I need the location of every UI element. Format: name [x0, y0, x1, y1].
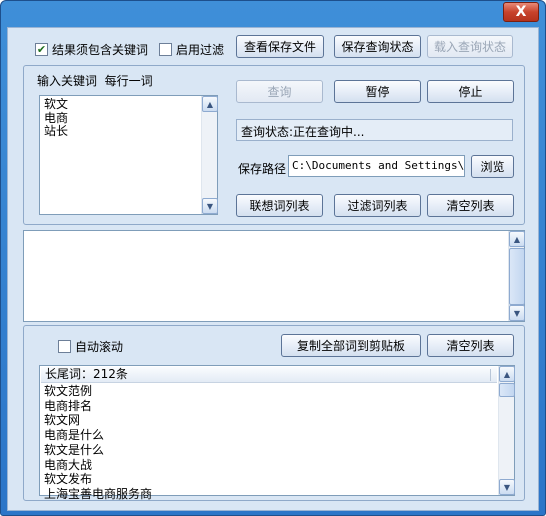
filter-list-button[interactable]: 过滤词列表 — [334, 194, 421, 217]
scroll-down-icon[interactable]: ▼ — [509, 305, 525, 321]
pause-button[interactable]: 暂停 — [334, 80, 421, 103]
list-item[interactable]: 电商排名 — [44, 399, 496, 414]
keywords-label: 输入关键词 — [37, 74, 98, 88]
client-area: ✔ 结果须包含关键词 启用过滤 查看保存文件 保存查询状态 载入查询状态 输入关… — [7, 27, 539, 511]
save-path-label: 保存路径 — [238, 162, 287, 176]
keywords-scrollbar[interactable]: ▲ ▼ — [201, 96, 218, 214]
keywords-hint: 每行一词 — [104, 74, 153, 88]
title-bar[interactable]: X — [1, 1, 545, 25]
keywords-input[interactable]: 软文 电商 站长 ▲ ▼ — [39, 95, 218, 215]
view-saved-file-button[interactable]: 查看保存文件 — [236, 35, 324, 58]
scroll-thumb[interactable] — [509, 248, 525, 305]
list-item[interactable]: 软文发布 — [44, 472, 496, 487]
list-item[interactable]: 软文是什么 — [44, 443, 496, 458]
checkbox-box — [58, 340, 71, 353]
list-item[interactable]: 电商大战 — [44, 458, 496, 473]
save-query-state-button[interactable]: 保存查询状态 — [334, 35, 421, 58]
scroll-up-icon[interactable]: ▲ — [499, 366, 515, 382]
main-window: X ✔ 结果须包含关键词 启用过滤 查看保存文件 保存查询状态 载入查询状态 输… — [0, 0, 546, 516]
keyword-line: 软文 — [44, 98, 69, 111]
results-list-header[interactable]: 长尾词：212条 — [41, 367, 497, 383]
auto-scroll-checkbox[interactable]: 自动滚动 — [58, 338, 123, 355]
keyword-line: 站长 — [44, 124, 69, 139]
browse-button[interactable]: 浏览 — [471, 155, 514, 178]
results-group: 自动滚动 复制全部词到剪贴板 清空列表 长尾词：212条 软文范例 电商排名 软… — [23, 325, 525, 501]
clear-list-button[interactable]: 清空列表 — [427, 194, 514, 217]
query-group: 输入关键词 每行一词 软文 电商 站长 ▲ ▼ 查询 暂停 停止 查询状态:正在… — [23, 65, 525, 225]
clear-results-button[interactable]: 清空列表 — [427, 334, 514, 357]
scroll-thumb[interactable] — [499, 383, 515, 397]
auto-scroll-label: 自动滚动 — [75, 340, 124, 354]
log-scrollbar[interactable]: ▲ ▼ — [508, 231, 525, 321]
results-list[interactable]: 长尾词：212条 软文范例 电商排名 软文网 电商是什么 软文是什么 电商大战 … — [39, 365, 515, 501]
results-count: 长尾词：212条 — [45, 367, 128, 381]
suggest-list-button[interactable]: 联想词列表 — [236, 194, 323, 217]
check-icon: ✔ — [35, 43, 48, 56]
scroll-down-icon[interactable]: ▼ — [499, 479, 515, 495]
checkbox-box — [159, 43, 172, 56]
save-path-input[interactable]: C:\Documents and Settings\Adm — [288, 155, 465, 177]
enable-filter-checkbox[interactable]: 启用过滤 — [159, 41, 224, 58]
copy-all-button[interactable]: 复制全部词到剪贴板 — [281, 334, 421, 357]
keywords-header: 输入关键词 每行一词 — [37, 72, 153, 89]
results-scrollbar[interactable]: ▲ ▼ — [498, 366, 515, 495]
enable-filter-label: 启用过滤 — [176, 43, 225, 57]
list-item[interactable]: 电商是什么 — [44, 428, 496, 443]
scroll-up-icon[interactable]: ▲ — [509, 231, 525, 247]
results-items: 软文范例 电商排名 软文网 电商是什么 软文是什么 电商大战 软文发布 上海宝善… — [44, 384, 496, 502]
log-area[interactable]: ▲ ▼ — [23, 230, 525, 322]
query-status: 查询状态:正在查询中... — [236, 119, 513, 141]
keyword-line: 电商 — [44, 110, 69, 125]
list-item[interactable]: 软文范例 — [44, 384, 496, 399]
must-contain-keyword-checkbox[interactable]: ✔ 结果须包含关键词 — [35, 41, 148, 58]
close-button[interactable]: X — [503, 2, 539, 22]
stop-button[interactable]: 停止 — [427, 80, 514, 103]
must-contain-keyword-label: 结果须包含关键词 — [52, 43, 149, 57]
list-item[interactable]: 软文网 — [44, 413, 496, 428]
scroll-down-icon[interactable]: ▼ — [202, 198, 218, 214]
scroll-up-icon[interactable]: ▲ — [202, 96, 218, 112]
load-query-state-button[interactable]: 载入查询状态 — [427, 35, 513, 58]
list-item[interactable]: 上海宝善电商服务商 — [44, 487, 496, 502]
keywords-list: 软文 电商 站长 — [44, 98, 199, 139]
column-divider — [490, 369, 491, 381]
query-button[interactable]: 查询 — [236, 80, 323, 103]
